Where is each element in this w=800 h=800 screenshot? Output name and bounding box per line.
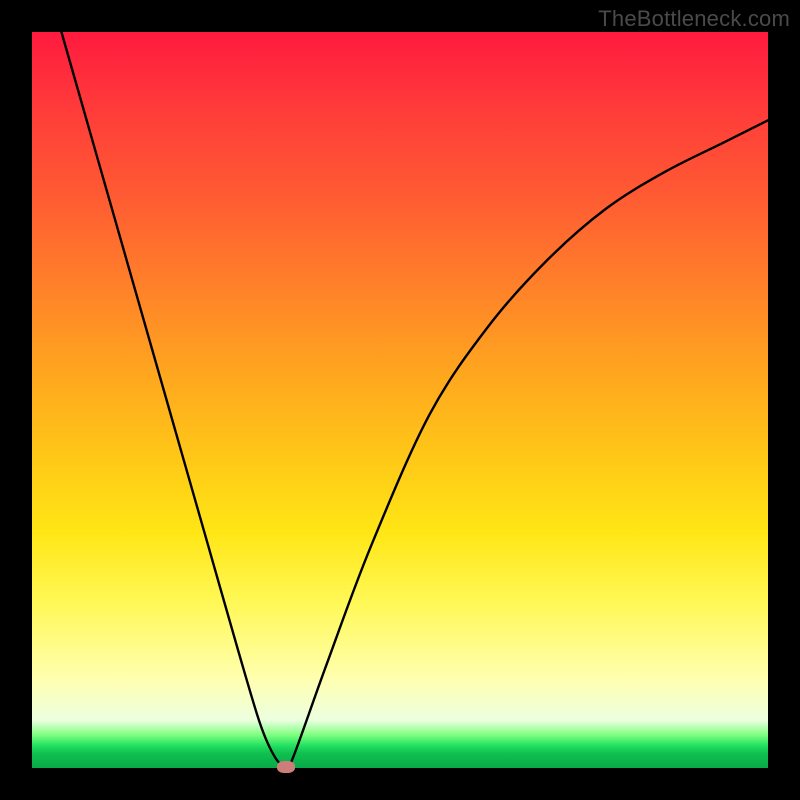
plot-area (32, 32, 768, 768)
optimal-point-marker (277, 761, 295, 773)
bottleneck-curve (32, 32, 768, 768)
chart-frame: TheBottleneck.com (0, 0, 800, 800)
watermark-text: TheBottleneck.com (598, 6, 790, 32)
